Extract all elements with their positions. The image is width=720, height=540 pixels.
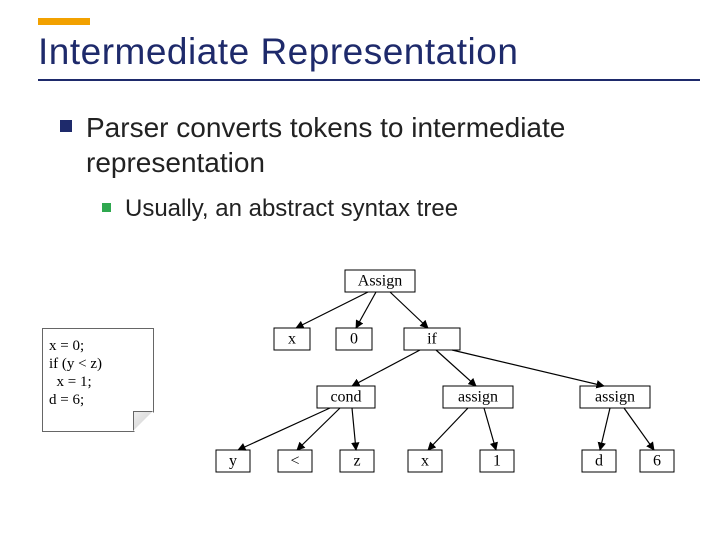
slide-title: Intermediate Representation <box>38 31 700 73</box>
tree-edge <box>428 408 468 450</box>
title-underline <box>38 79 700 81</box>
code-line: x = 1; <box>49 373 147 391</box>
node-label: assign <box>458 389 498 406</box>
node-label: x <box>288 331 296 348</box>
tree-edge <box>484 408 496 450</box>
tree-edge <box>238 408 330 450</box>
tree-edge <box>352 408 356 450</box>
node-label: 1 <box>493 453 501 470</box>
node-label: x <box>421 453 429 470</box>
page-fold-icon <box>133 411 153 431</box>
square-bullet-icon <box>102 203 111 212</box>
node-label: if <box>427 331 437 348</box>
node-label: z <box>353 453 360 470</box>
node-label: < <box>290 453 299 470</box>
bullet-level1: Parser converts tokens to intermediate r… <box>60 110 690 180</box>
node-label: 0 <box>350 331 358 348</box>
slide-body: Parser converts tokens to intermediate r… <box>60 110 690 224</box>
node-label: Assign <box>358 273 402 290</box>
tree-edge <box>297 408 340 450</box>
code-snippet-note: x = 0; if (y < z) x = 1; d = 6; <box>42 328 154 432</box>
tree-edge <box>356 292 376 328</box>
node-label: d <box>595 453 603 470</box>
tree-edge <box>296 292 368 328</box>
code-line: if (y < z) <box>49 355 147 373</box>
bullet-level2: Usually, an abstract syntax tree <box>102 194 690 224</box>
code-line: d = 6; <box>49 391 147 409</box>
tree-edge <box>624 408 654 450</box>
node-label: 6 <box>653 453 661 470</box>
syntax-tree-diagram: Assign x 0 if cond assign assign y < z x… <box>180 268 700 518</box>
title-bar: Intermediate Representation <box>38 18 700 81</box>
tree-edge <box>352 350 420 386</box>
title-accent <box>38 18 90 25</box>
bullet-text-1a: Usually, an abstract syntax tree <box>125 194 458 224</box>
tree-edge <box>390 292 428 328</box>
node-label: y <box>229 453 237 470</box>
node-label: assign <box>595 389 635 406</box>
bullet-text-1: Parser converts tokens to intermediate r… <box>86 110 690 180</box>
square-bullet-icon <box>60 120 72 132</box>
node-label: cond <box>330 389 361 406</box>
tree-edge <box>452 350 604 386</box>
code-line: x = 0; <box>49 337 147 355</box>
tree-edge <box>436 350 476 386</box>
tree-edge <box>600 408 610 450</box>
